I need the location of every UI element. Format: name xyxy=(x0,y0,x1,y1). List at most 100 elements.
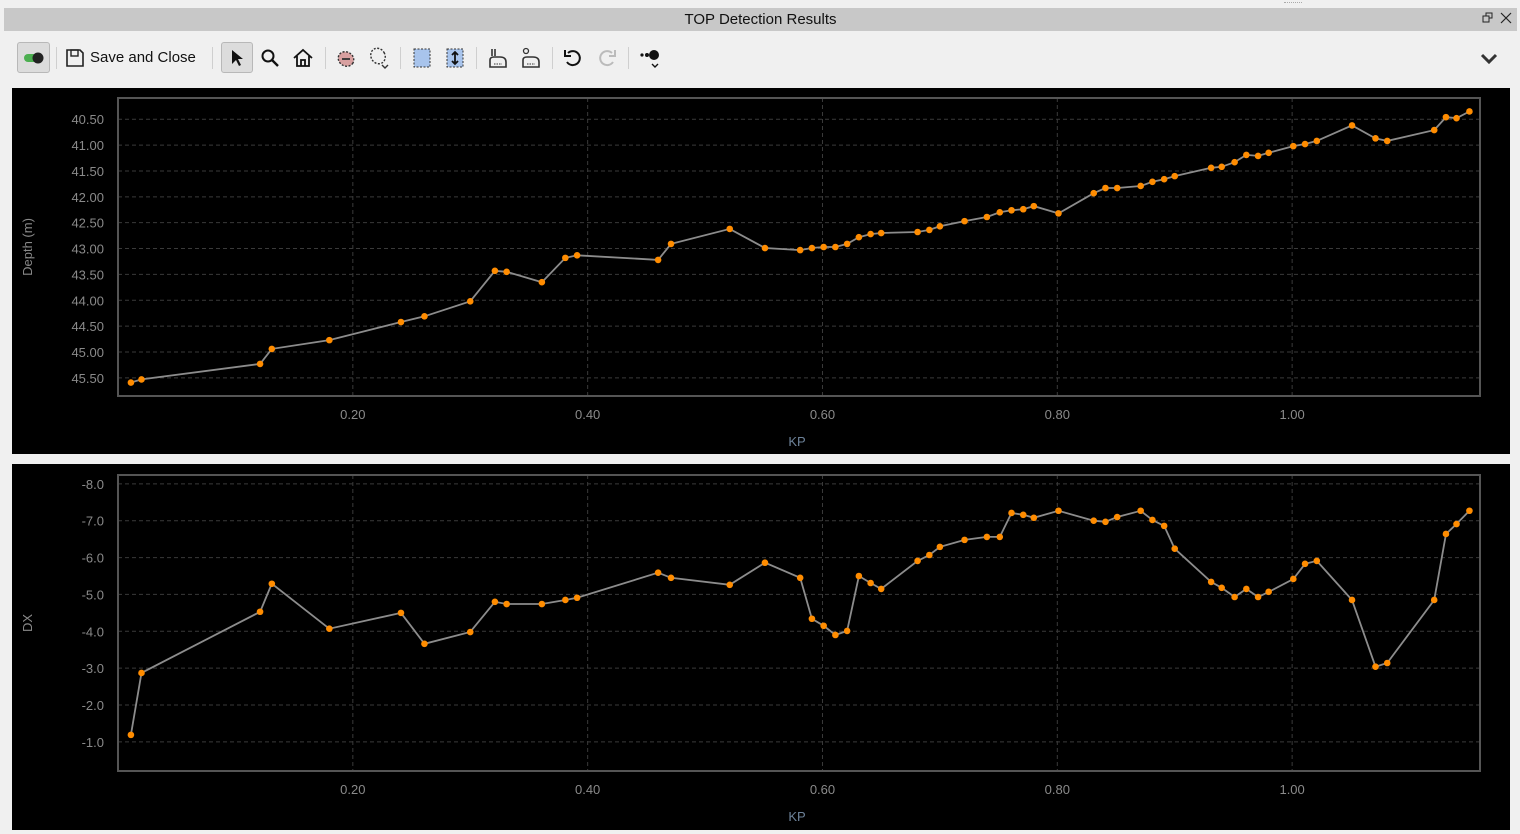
data-point xyxy=(573,251,581,259)
data-point xyxy=(127,379,135,386)
data-point xyxy=(1218,584,1225,592)
select-range-tool[interactable] xyxy=(408,42,436,73)
y-tick-label: 44.00 xyxy=(71,293,104,308)
pointer-tool[interactable] xyxy=(221,42,253,73)
home-icon xyxy=(293,48,313,67)
data-point xyxy=(1019,205,1027,213)
data-point xyxy=(996,209,1004,216)
save-and-close-button[interactable]: Save and Close xyxy=(64,42,199,73)
depth-chart-panel[interactable]: 40.50 41.00 41.50 42.00 42.50 43.00 43.50 44.00… xyxy=(12,88,1510,454)
chevron-down-icon xyxy=(1480,53,1498,64)
redo-button[interactable] xyxy=(593,42,621,73)
data-point xyxy=(820,622,827,630)
restore-icon[interactable] xyxy=(1481,12,1495,26)
pick-add-icon xyxy=(489,48,507,68)
data-point xyxy=(562,596,569,604)
x-tick-label: 0.40 xyxy=(575,407,600,422)
data-point xyxy=(1442,530,1450,538)
close-icon[interactable] xyxy=(1499,12,1513,26)
data-point xyxy=(491,598,499,606)
data-point xyxy=(466,628,474,636)
point-style-menu[interactable] xyxy=(636,42,664,73)
data-point xyxy=(1430,596,1438,604)
data-point xyxy=(1290,575,1297,583)
data-point xyxy=(855,233,863,241)
pick-add-tool[interactable] xyxy=(484,42,512,73)
home-button[interactable] xyxy=(289,42,317,73)
undo-button[interactable] xyxy=(559,42,587,73)
pick-remove-tool[interactable] xyxy=(517,42,545,73)
data-point xyxy=(1090,189,1098,197)
data-point xyxy=(843,240,851,248)
dx-chart-panel[interactable]: -8.0 -7.0 -6.0 -5.0 -4.0 -3.0 -2.0 -1.0 0.20 0.40… xyxy=(12,464,1510,830)
data-point xyxy=(326,336,333,344)
data-point xyxy=(1383,659,1391,667)
lasso-tool[interactable] xyxy=(365,42,393,73)
x-tick-label: 1.00 xyxy=(1279,407,1304,422)
y-tick-label: 43.50 xyxy=(71,267,104,282)
data-point xyxy=(1348,596,1356,604)
data-point xyxy=(1430,126,1438,134)
vertical-range-icon xyxy=(446,48,464,67)
zoom-icon xyxy=(261,49,279,67)
data-point xyxy=(1102,184,1109,192)
data-point xyxy=(667,240,675,248)
data-point xyxy=(1137,182,1144,190)
y-tick-label: -1.0 xyxy=(82,735,104,750)
plot-border xyxy=(117,97,1481,397)
data-point xyxy=(926,226,933,234)
y-tick-label: -7.0 xyxy=(82,514,104,529)
data-point xyxy=(1466,108,1473,115)
data-point xyxy=(1290,142,1297,150)
dock-grip[interactable] xyxy=(1284,2,1302,3)
series-line xyxy=(130,509,1471,736)
data-point xyxy=(1254,152,1262,160)
data-point xyxy=(503,600,510,608)
data-point xyxy=(1442,113,1450,121)
data-point xyxy=(397,318,405,326)
erase-selection-tool[interactable] xyxy=(332,42,360,73)
y-tick-label: 43.00 xyxy=(71,242,104,257)
data-point xyxy=(268,580,276,588)
data-point xyxy=(1113,184,1121,192)
data-point xyxy=(1301,140,1309,148)
data-point xyxy=(843,627,851,635)
data-point xyxy=(761,244,769,252)
data-point xyxy=(1019,511,1027,519)
vertical-range-tool[interactable] xyxy=(441,42,469,73)
data-point xyxy=(1008,509,1015,517)
y-tick-label: -5.0 xyxy=(82,587,104,602)
data-point xyxy=(466,298,474,305)
data-point xyxy=(877,585,885,593)
data-point xyxy=(1207,164,1215,172)
dx-chart[interactable]: -8.0 -7.0 -6.0 -5.0 -4.0 -3.0 -2.0 -1.0 0.20 0.40… xyxy=(12,464,1510,830)
data-point xyxy=(654,256,662,264)
toggle-button[interactable] xyxy=(17,42,50,73)
y-tick-label: 42.00 xyxy=(71,190,104,205)
data-point xyxy=(256,608,264,616)
data-point xyxy=(1137,507,1144,515)
depth-chart[interactable]: 40.50 41.00 41.50 42.00 42.50 43.00 43.50 44.00… xyxy=(12,88,1510,454)
zoom-tool[interactable] xyxy=(256,42,284,73)
data-point xyxy=(1030,514,1038,522)
toolbar-overflow-button[interactable] xyxy=(1476,42,1502,73)
data-point xyxy=(961,536,968,544)
data-point xyxy=(326,625,333,633)
data-point xyxy=(936,223,944,230)
data-point xyxy=(667,574,675,582)
y-tick-label: 42.50 xyxy=(71,216,104,231)
data-point xyxy=(877,229,885,237)
y-tick-label: -4.0 xyxy=(82,624,104,639)
data-point xyxy=(503,268,510,276)
data-point xyxy=(1254,593,1262,601)
erase-selection-icon xyxy=(337,50,355,67)
data-point xyxy=(421,313,428,320)
data-point xyxy=(914,557,921,565)
data-point xyxy=(1090,517,1098,525)
x-tick-label: 0.20 xyxy=(340,782,365,797)
data-point xyxy=(1348,122,1356,129)
data-point xyxy=(268,345,276,353)
data-point xyxy=(1453,520,1460,528)
data-point xyxy=(726,581,734,589)
x-tick-label: 0.60 xyxy=(810,782,835,797)
